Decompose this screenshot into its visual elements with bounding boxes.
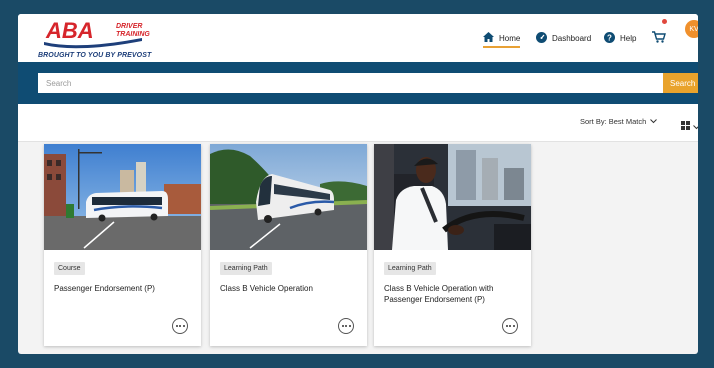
card-title[interactable]: Class B Vehicle Operation (220, 283, 355, 294)
help-icon: ? (604, 31, 615, 45)
card-type-badge: Course (54, 262, 85, 275)
search-button[interactable]: Search (663, 73, 698, 93)
card-type-badge: Learning Path (220, 262, 272, 275)
card-title[interactable]: Class B Vehicle Operation with Passenger… (384, 283, 519, 305)
card-type-badge: Learning Path (384, 262, 436, 275)
nav-help-label: Help (620, 33, 637, 43)
card-image-bus-driver (374, 144, 531, 250)
sort-label: Sort By: Best Match (580, 117, 647, 126)
sort-toolbar: Sort By: Best Match (18, 104, 698, 142)
catalog-card[interactable]: Course Passenger Endorsement (P) (44, 144, 201, 346)
card-title[interactable]: Passenger Endorsement (P) (54, 283, 189, 294)
more-horizontal-icon (505, 325, 515, 327)
home-icon (483, 32, 494, 44)
chevron-down-icon (693, 117, 698, 135)
nav-home-label: Home (499, 33, 521, 43)
app-window: ABA DRIVER TRAINING BROUGHT TO YOU BY PR… (18, 14, 698, 354)
svg-text:?: ? (607, 33, 612, 42)
grid-view-icon (681, 117, 690, 135)
nav-dashboard-label: Dashboard (552, 33, 592, 43)
logo-brand-text: ABA (45, 18, 94, 43)
card-image-city-bus (44, 144, 201, 250)
more-options-button[interactable] (172, 318, 188, 334)
more-horizontal-icon (175, 325, 185, 327)
more-options-button[interactable] (338, 318, 354, 334)
logo-tagline: BROUGHT TO YOU BY PREVOST (38, 52, 152, 59)
logo-sub-line1: DRIVER (116, 23, 142, 30)
catalog-card[interactable]: Learning Path Class B Vehicle Operation (210, 144, 367, 346)
cart-icon (652, 31, 666, 45)
nav-help[interactable]: ? Help (604, 14, 636, 62)
logo-sub-line2: TRAINING (116, 31, 150, 38)
nav-dashboard[interactable]: Dashboard (536, 14, 591, 62)
user-avatar[interactable]: KV (685, 20, 698, 38)
search-band: Search (18, 62, 698, 104)
search-input[interactable] (38, 73, 663, 93)
cart-notification-dot (662, 19, 667, 24)
more-options-button[interactable] (502, 318, 518, 334)
chevron-down-icon (650, 117, 658, 126)
card-image-highway-bus (210, 144, 367, 250)
dashboard-icon (536, 31, 547, 45)
cart-button[interactable] (652, 14, 667, 62)
top-header: ABA DRIVER TRAINING BROUGHT TO YOU BY PR… (18, 14, 698, 62)
more-horizontal-icon (341, 325, 351, 327)
sort-dropdown[interactable]: Sort By: Best Match (580, 117, 658, 126)
nav-home[interactable]: Home (483, 14, 521, 62)
catalog-card[interactable]: Learning Path Class B Vehicle Operation … (374, 144, 531, 346)
view-toggle[interactable] (681, 117, 698, 135)
